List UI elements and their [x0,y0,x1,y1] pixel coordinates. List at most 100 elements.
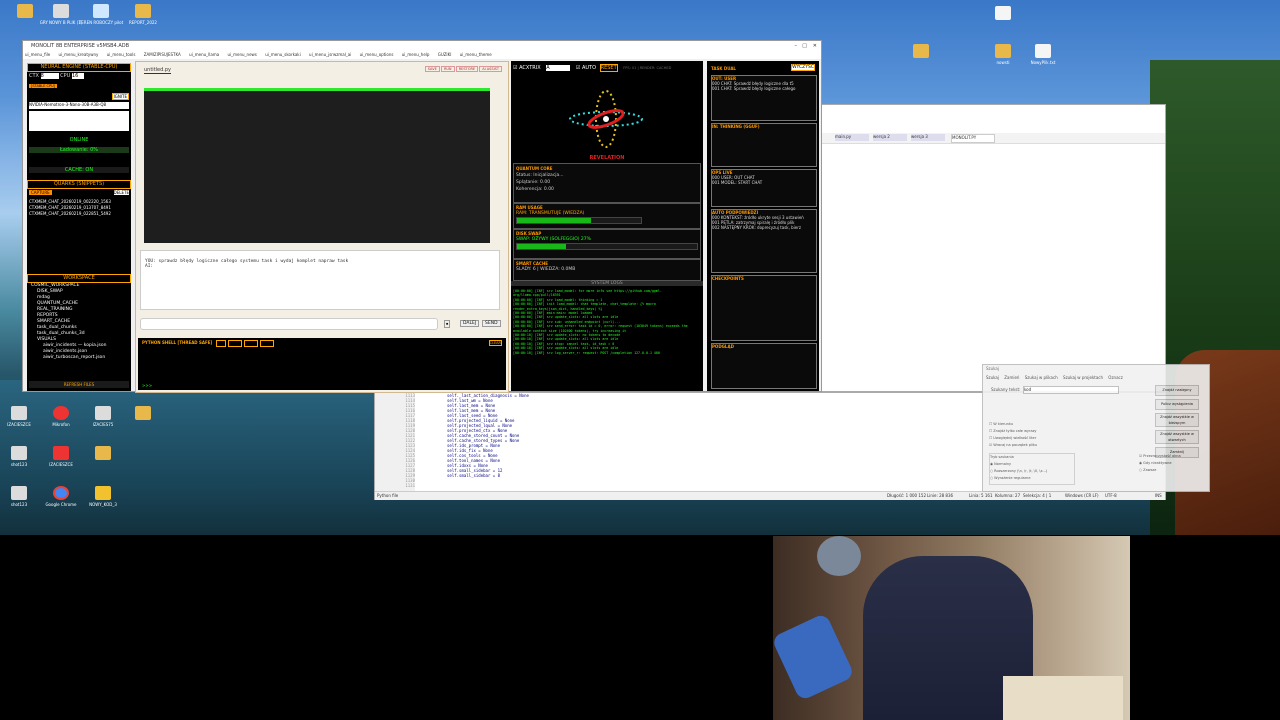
dialog-tab-files[interactable]: Szukaj w plikach [1025,375,1058,380]
close-icon[interactable]: ✕ [813,41,817,51]
transparency-inactive[interactable]: ◉ Gdy nieaktywne [1139,460,1197,467]
minimize-icon[interactable]: – [795,41,798,51]
ctx-input[interactable]: 8 [40,73,59,79]
shell-clear-button[interactable]: CLEAR [488,340,502,346]
list-item[interactable]: CTXMEM_CHAT_20260219_022851_5492 [29,211,129,217]
menu-options[interactable]: ui_menu_options [360,52,394,57]
run-button[interactable]: RUN [440,66,455,72]
workspace-header: WORKSPACE [27,274,131,283]
code-line: self.small_sidebar = 8 [447,473,500,478]
dialog-tab-mark[interactable]: Oznacz [1108,375,1123,380]
mode-regex[interactable]: ○ Wyrażenie regularne [990,475,1074,482]
desktop-icon-b9[interactable]: NOWY_KOD_3 [78,486,128,507]
mode-extended[interactable]: ○ Rozszerzony (\n, \r, \t, \0, \x...) [990,468,1074,475]
online-status: ONLINE [69,137,89,143]
transparency-always[interactable]: ○ Zawsze [1139,467,1197,474]
render-status: FPS: 01 | RENDER: CACHED [623,66,672,70]
shell-btn-4[interactable] [260,340,274,347]
find-all-current-button[interactable]: Znajdź wszystkie w bieżącym [1155,413,1199,427]
tree-item[interactable]: aiwir_turboscan_report.json [31,355,127,361]
tab-strip: main.py wersja 2 wersja 3 MONOLIT.PY [821,133,1165,144]
find-next-button[interactable]: Znajdź następny [1155,385,1199,396]
menu-zamizipisujestka[interactable]: ZAMIZIPISUJESTKA [144,52,181,57]
menu-ai[interactable]: ui_menu_jsrwzmal_ai [309,52,351,57]
refresh-files-button[interactable]: REFRESH FILES [29,381,129,388]
folder-icon [95,446,111,460]
restore-button[interactable]: RESTORE [455,66,479,72]
capture-button[interactable]: CAPTURE [29,190,52,195]
file-icon [11,406,27,420]
back-window-titlebar [821,105,1165,115]
menu-file[interactable]: ui_menu_file [25,52,50,57]
menu-skins[interactable]: ui_menu_skorkaki [265,52,301,57]
log-line: [00:00:10] [INF] srv log_server_r: reque… [513,350,660,355]
tab-main[interactable]: main.py [835,134,869,141]
acxtrix-checkbox[interactable]: ☑ ACXTRIX [513,65,541,71]
shell-btn-3[interactable] [244,340,258,347]
save-button[interactable]: SAVE [424,66,440,72]
chat-input[interactable] [140,318,438,330]
reset-button[interactable]: RESET [599,64,618,72]
folder-icon [135,4,151,18]
desktop-icon-folder2[interactable]: REPORT_2022 [118,4,168,25]
mode-normal[interactable]: ◉ Normalny [990,461,1074,468]
desktop-icon-r3[interactable]: NowyPlik.txt [1018,44,1068,65]
menu-theme[interactable]: ui_menu_theme [460,52,492,57]
clear-task-button[interactable]: WYCZYŚĆ [791,64,815,71]
menu-tools[interactable]: ui_menu_tools [107,52,136,57]
chat-ai-message: AI: [145,264,154,269]
dialog-tab-replace[interactable]: Zamień [1004,375,1019,380]
code-area[interactable]: self._last_action_diagnosis = None self.l… [447,393,847,491]
model-select[interactable]: NVIDIA-Nemotron-3-Nano-30B-A3B-Q8 [29,102,129,109]
find-input[interactable]: kod [1023,386,1119,394]
menu-creative[interactable]: ui_menu_kreatywny [58,52,98,57]
search-mode-group: Tryb szukania ◉ Normalny ○ Rozszerzony (… [989,453,1075,485]
app-titlebar[interactable]: MONOLIT 8B ENTERPRISE v5MSB4.ADB – □ ✕ [23,41,821,51]
file-icon [93,4,109,18]
tab-untitled[interactable]: untitled.py [144,67,172,74]
shell-btn-2[interactable] [228,340,242,347]
menu-llama[interactable]: ui_menu_llama [189,52,219,57]
search-dialog[interactable]: Szukaj Szukaj Zamień Szukaj w plikach Sz… [982,364,1210,492]
desktop-icon-b3[interactable] [118,406,168,422]
python-shell[interactable]: PYTHON SHELL [THREAD SAFE] CLEAR >>> [138,338,506,390]
tab-w3[interactable]: wersja 3 [911,134,945,141]
option-direction[interactable]: ☐ W kierunku [989,421,1037,428]
shell-btn-1[interactable] [216,340,226,347]
folder-icon [913,44,929,58]
desktop-icon-r1[interactable] [896,44,946,60]
ai-assist-button[interactable]: AI ASSIST [479,66,502,72]
dialog-tab-projects[interactable]: Szukaj w projektach [1063,375,1103,380]
menu-help[interactable]: ui_menu_help [402,52,430,57]
acxtrix-input[interactable]: A [546,65,571,71]
delete-button[interactable]: DELETE [113,190,129,195]
auto-checkbox[interactable]: ☑ AUTO [576,65,596,71]
stop-icon[interactable]: ⏹ [444,320,451,328]
option-wrap[interactable]: ☑ Wracaj na początek pliku [989,442,1037,449]
tab-w2[interactable]: wersja 2 [873,134,907,141]
swap-text: SWAP: OŻYWY (SOLFEGGIO) 27% [516,237,591,242]
option-whole-word[interactable]: ☐ Znajdź tylko całe wyrazy [989,428,1037,435]
ignite-button[interactable]: IGNITE [111,93,129,100]
transparency-toggle[interactable]: ☑ Przezroczystość okna [1139,453,1197,460]
next-button[interactable]: DALEJ [460,320,480,327]
tab-monolit[interactable]: MONOLIT.PY [951,134,995,143]
text-editor-window-back[interactable]: main.py wersja 2 wersja 3 MONOLIT.PY [820,104,1166,392]
menu-news[interactable]: ui_menu_news [227,52,256,57]
send-button[interactable]: SEND [482,320,501,327]
log-line: [00:00:00] [INF] init load_model: chat t… [513,302,656,311]
option-match-case[interactable]: ☐ Uwzględnij wielkość liter [989,435,1037,442]
cpu-input[interactable]: 16 [71,73,84,79]
dialog-tab-search[interactable]: Szukaj [986,375,999,380]
app-menubar: ui_menu_file ui_menu_kreatywny ui_menu_t… [23,51,821,59]
monolit-app-window[interactable]: MONOLIT 8B ENTERPRISE v5MSB4.ADB – □ ✕ u… [22,40,822,393]
find-all-open-button[interactable]: Znajdź wszystkie w otwartych [1155,430,1199,444]
code-editor[interactable] [144,88,490,243]
desktop-icon-r0[interactable] [978,6,1028,22]
desktop-icon-b6[interactable] [78,446,128,462]
maximize-icon[interactable]: □ [802,41,807,51]
quantum-coherence: Koherencja: 0.00 [516,187,554,192]
count-button[interactable]: Policz wystąpienia [1155,399,1199,410]
menu-buttons[interactable]: GUZIKI [438,52,452,57]
webcam-counter [1003,676,1123,720]
